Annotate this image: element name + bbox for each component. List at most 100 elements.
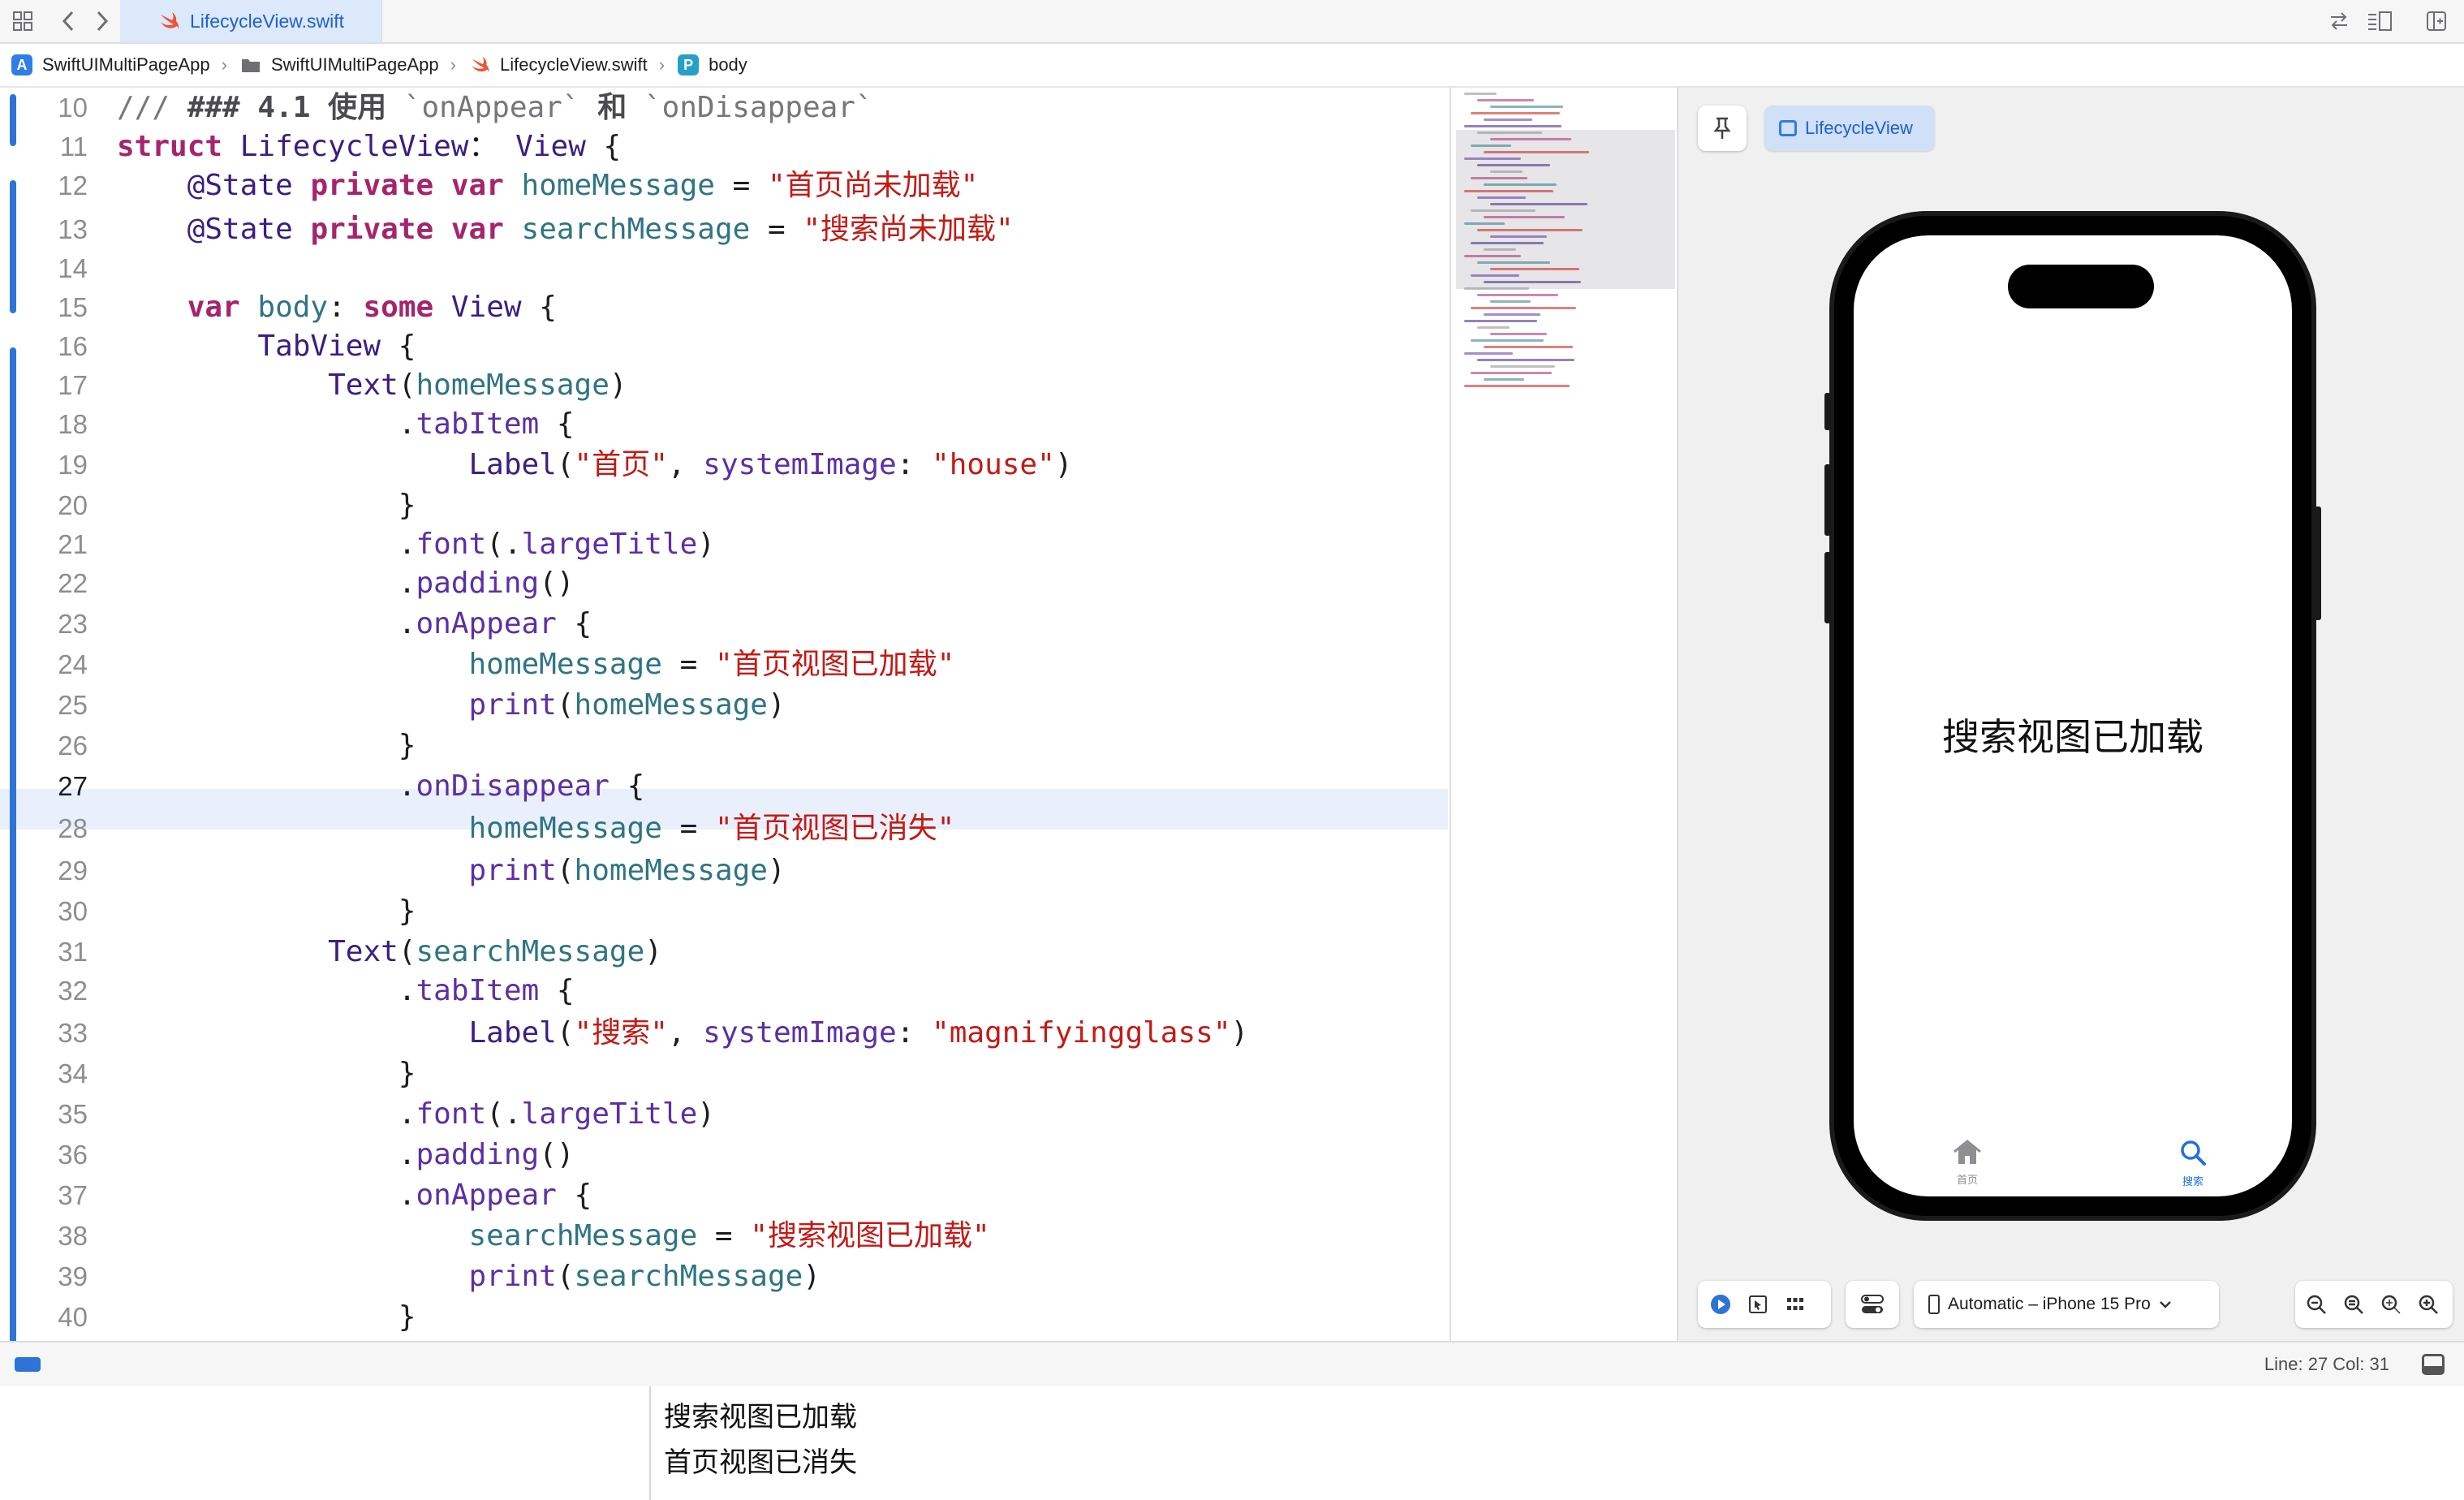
code-line[interactable]: 35 .font(.largeTitle) <box>0 1094 1448 1135</box>
line-number: 30 <box>58 896 88 926</box>
console-divider[interactable] <box>649 1386 651 1500</box>
breadcrumb-project[interactable]: A SwiftUIMultiPageApp <box>11 54 210 75</box>
breakpoints-toggle[interactable] <box>15 1357 41 1372</box>
code-text: } <box>117 489 416 522</box>
code-line[interactable]: 11 struct LifecycleView： View { <box>0 127 1448 167</box>
line-number: 11 <box>59 131 88 162</box>
minimap-line <box>1484 313 1540 316</box>
code-line[interactable]: 16 TabView { <box>0 326 1448 367</box>
minimap-line <box>1464 190 1553 192</box>
code-line[interactable]: 25 print(homeMessage) <box>0 685 1448 726</box>
code-line[interactable]: 24 homeMessage = "首页视图已加载" <box>0 644 1448 685</box>
play-icon[interactable] <box>1706 1290 1735 1319</box>
breadcrumb-symbol-label: body <box>709 54 747 75</box>
code-line[interactable]: 38 searchMessage = "搜索视图已加载" <box>0 1216 1448 1256</box>
minimap-line <box>1477 164 1550 166</box>
code-line[interactable]: 17 Text(homeMessage) <box>0 365 1448 406</box>
console-line: 搜索视图已加载 <box>664 1402 857 1433</box>
property-badge-icon: P <box>678 54 700 75</box>
code-text: searchMessage = "搜索视图已加载" <box>468 1219 990 1252</box>
code-line[interactable]: 10 /// ### 4.1 使用 `onAppear` 和 `onDisappe… <box>0 88 1448 128</box>
code-editor[interactable]: 10 /// ### 4.1 使用 `onAppear` 和 `onDisappe… <box>0 88 1448 1341</box>
folder-icon <box>241 59 260 72</box>
code-line[interactable]: 39 print(searchMessage) <box>0 1256 1448 1297</box>
line-number: 10 <box>58 93 88 123</box>
line-number: 12 <box>58 170 88 200</box>
tab-lifecycleview[interactable]: LifecycleView.swift <box>120 0 382 42</box>
zoom-out-icon[interactable] <box>2302 1290 2331 1319</box>
preview-chip-label: LifecycleView <box>1805 118 1913 138</box>
line-number: 21 <box>58 529 88 559</box>
minimap-line <box>1464 255 1521 257</box>
code-line[interactable]: 30 } <box>0 891 1448 932</box>
tab-home[interactable]: 首页 <box>1935 1138 2000 1187</box>
minimap-line <box>1464 125 1562 127</box>
code-line[interactable]: 13 @State private var searchMessage = "搜… <box>0 209 1448 250</box>
code-line[interactable]: 31 Text(searchMessage) <box>0 932 1448 972</box>
code-line[interactable]: 18 .tabItem { <box>0 404 1448 445</box>
minimap-line <box>1471 242 1544 244</box>
code-text: var body: some View { <box>187 291 557 324</box>
chevron-right-icon: › <box>221 54 227 75</box>
code-line[interactable]: 22 .padding() <box>0 563 1448 604</box>
editor-options-icon[interactable] <box>2365 6 2394 36</box>
select-icon[interactable] <box>1743 1290 1773 1319</box>
code-text: .font(.largeTitle) <box>117 528 715 561</box>
zoom-in-icon[interactable] <box>2414 1290 2443 1319</box>
code-line[interactable]: 34 } <box>0 1054 1448 1094</box>
chevron-right-icon[interactable] <box>88 6 117 36</box>
minimap-line <box>1477 294 1558 296</box>
code-text: Label("搜索", systemImage: "magnifyingglas… <box>468 1016 1249 1050</box>
code-line[interactable]: 33 Label("搜索", systemImage: "magnifyingg… <box>0 1013 1448 1054</box>
minimap-line <box>1471 112 1560 114</box>
minimap-line <box>1490 203 1587 205</box>
line-number: 25 <box>58 690 88 720</box>
zoom-actual-icon[interactable] <box>2376 1290 2406 1319</box>
code-line[interactable]: 12 @State private var homeMessage = "首页尚… <box>0 166 1448 206</box>
code-line[interactable]: 14 <box>0 248 1448 289</box>
code-line[interactable]: 37 .onAppear { <box>0 1175 1448 1216</box>
code-line[interactable]: 29 print(homeMessage) <box>0 851 1448 891</box>
minimap-line <box>1490 333 1547 335</box>
line-number: 37 <box>58 1180 88 1210</box>
code-text: Text(homeMessage) <box>328 369 627 402</box>
line-number: 24 <box>58 649 88 679</box>
code-line[interactable]: 20 } <box>0 485 1448 526</box>
breadcrumb-file[interactable]: LifecycleView.swift <box>469 54 648 75</box>
line-number: 20 <box>58 490 88 520</box>
device-settings-button[interactable] <box>1846 1281 1899 1328</box>
chevron-left-icon[interactable] <box>54 6 83 36</box>
code-text: Text(searchMessage) <box>328 935 662 968</box>
console-line: 首页视图已消失 <box>664 1447 857 1478</box>
code-line[interactable]: 19 Label("首页", systemImage: "house") <box>0 445 1448 485</box>
tab-search[interactable]: 搜索 <box>2160 1138 2225 1188</box>
minimap-line <box>1477 326 1510 329</box>
code-line[interactable]: 15 var body: some View { <box>0 287 1448 328</box>
swap-icon[interactable] <box>2324 6 2354 36</box>
code-line[interactable]: 36 .padding() <box>0 1135 1448 1175</box>
breadcrumb-folder[interactable]: SwiftUIMultiPageApp <box>240 54 439 75</box>
preview-selector[interactable]: LifecycleView <box>1764 106 1935 151</box>
minimap[interactable] <box>1450 88 1678 1341</box>
console-output[interactable]: 搜索视图已加载 首页视图已消失 <box>0 1386 2464 1500</box>
zoom-fit-icon[interactable] <box>2339 1290 2368 1319</box>
minimap-line <box>1484 119 1532 121</box>
code-line[interactable]: 21 .font(.largeTitle) <box>0 524 1448 565</box>
code-line[interactable]: 23 .onAppear { <box>0 604 1448 644</box>
device-picker[interactable]: Automatic – iPhone 15 Pro <box>1914 1281 2219 1328</box>
grid-icon[interactable] <box>8 6 37 36</box>
code-line[interactable]: 32 .tabItem { <box>0 971 1448 1011</box>
toggle-console-icon[interactable] <box>2422 1354 2445 1375</box>
line-number: 14 <box>58 253 88 283</box>
add-editor-icon[interactable] <box>2422 6 2451 36</box>
code-line[interactable]: 40 } <box>0 1297 1448 1338</box>
code-line[interactable]: 28 homeMessage = "首页视图已消失" <box>0 808 1448 849</box>
chevron-right-icon: › <box>658 54 666 75</box>
pin-button[interactable] <box>1698 106 1747 151</box>
minimap-line <box>1477 196 1526 199</box>
code-line[interactable]: 27 .onDisappear { <box>0 766 1448 807</box>
device-screen: 搜索视图已加载 首页 搜索 <box>1854 235 2292 1196</box>
breadcrumb-symbol[interactable]: P body <box>678 54 747 75</box>
variants-icon[interactable] <box>1781 1290 1810 1319</box>
code-line[interactable]: 26 } <box>0 726 1448 766</box>
